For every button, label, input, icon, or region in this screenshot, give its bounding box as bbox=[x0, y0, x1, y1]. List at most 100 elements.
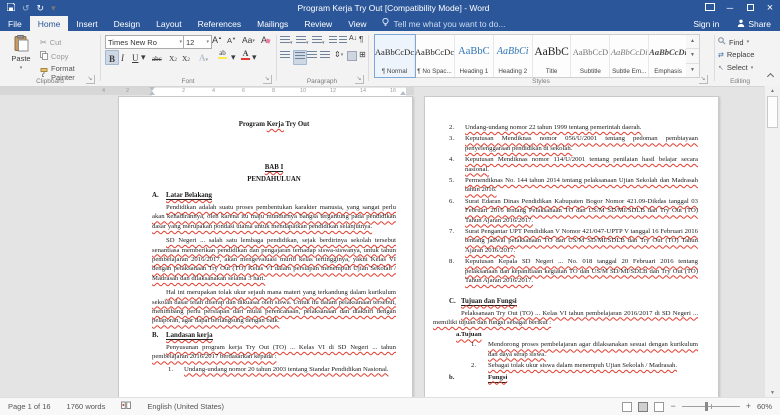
group-font: Times New Ro ▾ 12 ▾ A▲ A▼ Aa▾ A B I U ▾ ab… bbox=[100, 31, 276, 86]
borders-icon[interactable]: ⊞ bbox=[359, 50, 366, 59]
bold-button[interactable]: B bbox=[105, 50, 119, 65]
line-spacing-icon[interactable]: ⇕▾ bbox=[334, 50, 343, 59]
print-layout-icon[interactable] bbox=[638, 401, 649, 412]
find-button[interactable]: Find ▾ bbox=[718, 37, 749, 47]
shading-icon[interactable] bbox=[347, 51, 357, 63]
tab-references[interactable]: References bbox=[190, 16, 249, 31]
italic-button[interactable]: I bbox=[121, 50, 124, 63]
tab-home[interactable]: Home bbox=[29, 16, 69, 31]
font-size-select[interactable]: 12 ▾ bbox=[183, 35, 212, 49]
styles-scroll-up-icon[interactable]: ▲ bbox=[686, 35, 699, 50]
increase-indent-icon[interactable] bbox=[339, 36, 347, 47]
style-title[interactable]: AaBbC Title bbox=[533, 35, 572, 77]
document-page-2[interactable]: 2. Undang-undang nomor 22 tahun 1999 tent… bbox=[424, 96, 719, 398]
tab-mailings[interactable]: Mailings bbox=[249, 16, 296, 31]
superscript-icon[interactable]: X2 bbox=[182, 50, 190, 63]
vertical-scrollbar[interactable]: ▲ ▼ bbox=[764, 86, 780, 398]
copy-button[interactable]: Copy bbox=[40, 51, 69, 62]
align-left-icon[interactable] bbox=[280, 51, 290, 62]
clear-formatting-icon[interactable]: A bbox=[261, 35, 271, 45]
style-no-spacing[interactable]: AaBbCcDc ¶ No Spac... bbox=[415, 35, 455, 77]
document-page-1[interactable]: Program Kerja Try Out BAB I PENDAHULUAN … bbox=[118, 96, 413, 398]
scrollbar-thumb[interactable] bbox=[767, 96, 778, 128]
style-heading1[interactable]: AaBbC Heading 1 bbox=[455, 35, 494, 77]
clipboard-dialog-launcher[interactable]: ↘ bbox=[86, 75, 95, 84]
minimize-icon[interactable]: ─ bbox=[720, 3, 740, 13]
replace-button[interactable]: ⇄ Replace bbox=[718, 50, 754, 59]
decrease-indent-icon[interactable] bbox=[329, 36, 337, 47]
justify-icon[interactable] bbox=[320, 51, 330, 62]
text-effects-icon[interactable]: A ▾ bbox=[199, 50, 208, 63]
zoom-out-icon[interactable]: − bbox=[670, 402, 675, 411]
qat-customize-icon[interactable]: ▾ bbox=[51, 3, 56, 13]
change-case-icon[interactable]: Aa▾ bbox=[242, 35, 255, 45]
hanging-indent-marker[interactable] bbox=[149, 91, 155, 95]
restore-icon[interactable] bbox=[740, 3, 760, 13]
sign-in-button[interactable]: Sign in bbox=[684, 16, 728, 31]
zoom-in-icon[interactable]: + bbox=[746, 402, 751, 411]
undo-icon[interactable]: ↺ bbox=[22, 3, 30, 13]
shrink-font-icon[interactable]: A▼ bbox=[227, 36, 236, 45]
word-count[interactable]: 1760 words bbox=[59, 402, 114, 411]
style-subtle-emphasis[interactable]: AaBbCcDi Subtle Em... bbox=[610, 35, 650, 77]
zoom-level[interactable]: 60% bbox=[757, 402, 772, 411]
numbering-icon[interactable]: ▾ bbox=[296, 36, 309, 47]
read-mode-icon[interactable] bbox=[622, 401, 633, 412]
tab-view[interactable]: View bbox=[340, 16, 374, 31]
paste-dropdown-icon[interactable]: ▾ bbox=[20, 65, 23, 71]
list-item: 1. Mendorong proses pembelajaran agar dil… bbox=[471, 341, 698, 358]
align-right-icon[interactable] bbox=[307, 51, 317, 62]
right-indent-marker[interactable] bbox=[400, 91, 406, 95]
title-bar: ↺ ↻ ▾ Program Kerja Try Out [Compatibili… bbox=[0, 0, 780, 16]
tab-insert[interactable]: Insert bbox=[68, 16, 105, 31]
font-color-icon[interactable]: A bbox=[241, 50, 250, 63]
tab-file[interactable]: File bbox=[0, 16, 30, 31]
tab-review[interactable]: Review bbox=[296, 16, 340, 31]
styles-scroll-down-icon[interactable]: ▼ bbox=[686, 49, 699, 64]
sort-icon[interactable]: A↓ bbox=[349, 35, 357, 42]
tell-me-box[interactable]: Tell me what you want to do... bbox=[374, 16, 513, 31]
page-indicator[interactable]: Page 1 of 16 bbox=[0, 402, 59, 411]
pilcrow-icon[interactable]: ¶ bbox=[359, 35, 363, 44]
subscript-icon[interactable]: X2 bbox=[169, 50, 177, 63]
grow-font-icon[interactable]: A▲ bbox=[212, 35, 222, 45]
tab-layout[interactable]: Layout bbox=[148, 16, 190, 31]
scroll-up-icon[interactable]: ▲ bbox=[765, 86, 780, 96]
web-layout-icon[interactable] bbox=[654, 401, 665, 412]
zoom-slider[interactable] bbox=[681, 402, 740, 411]
styles-more-icon[interactable]: ▼ bbox=[686, 64, 699, 77]
highlight-icon[interactable]: ab bbox=[218, 50, 227, 63]
collapse-ribbon-icon[interactable] bbox=[766, 72, 775, 81]
underline-button[interactable]: U bbox=[132, 50, 139, 63]
close-icon[interactable]: × bbox=[760, 2, 780, 14]
tab-design[interactable]: Design bbox=[106, 16, 148, 31]
proofing-icon[interactable] bbox=[113, 401, 139, 412]
horizontal-ruler[interactable]: 4 2 2 4 6 8 10 12 14 16 bbox=[0, 86, 765, 96]
paragraph-dialog-launcher[interactable]: ↘ bbox=[355, 75, 364, 84]
style-subtitle[interactable]: AaBbCcD Subtitle bbox=[571, 35, 611, 77]
align-center-icon[interactable] bbox=[293, 50, 307, 65]
bullets-icon[interactable]: ▾ bbox=[280, 36, 293, 47]
document-area[interactable]: Program Kerja Try Out BAB I PENDAHULUAN … bbox=[0, 96, 765, 398]
styles-dialog-launcher[interactable]: ↘ bbox=[699, 75, 708, 84]
highlight-dropdown-icon[interactable]: ▾ bbox=[231, 50, 236, 63]
underline-dropdown-icon[interactable]: ▾ bbox=[141, 50, 146, 63]
strikethrough-icon[interactable]: abc bbox=[152, 50, 162, 63]
zoom-slider-thumb[interactable] bbox=[704, 402, 708, 411]
font-color-dropdown-icon[interactable]: ▾ bbox=[252, 50, 257, 63]
multilevel-list-icon[interactable]: ▾ bbox=[312, 36, 325, 47]
style-heading2[interactable]: AaBbCi Heading 2 bbox=[494, 35, 533, 77]
share-button[interactable]: Share bbox=[728, 16, 780, 31]
list-item: 2. Sebagai tolak ukur siswa dalam menempu… bbox=[471, 362, 678, 370]
save-icon[interactable] bbox=[6, 2, 16, 13]
paste-button[interactable]: Paste ▾ bbox=[6, 35, 36, 72]
font-dialog-launcher[interactable]: ↘ bbox=[263, 75, 272, 84]
select-button[interactable]: ↖ Select ▾ bbox=[718, 63, 753, 72]
ribbon-display-options-icon[interactable] bbox=[700, 3, 720, 13]
cut-button[interactable]: ✂ Cut bbox=[40, 38, 61, 47]
redo-icon[interactable]: ↻ bbox=[37, 3, 45, 13]
font-name-select[interactable]: Times New Ro ▾ bbox=[105, 35, 185, 49]
language-indicator[interactable]: English (United States) bbox=[139, 402, 232, 411]
style-normal[interactable]: AaBbCcDc ¶ Normal bbox=[374, 34, 416, 78]
style-emphasis[interactable]: AaBbCcDi Emphasis bbox=[649, 35, 687, 77]
